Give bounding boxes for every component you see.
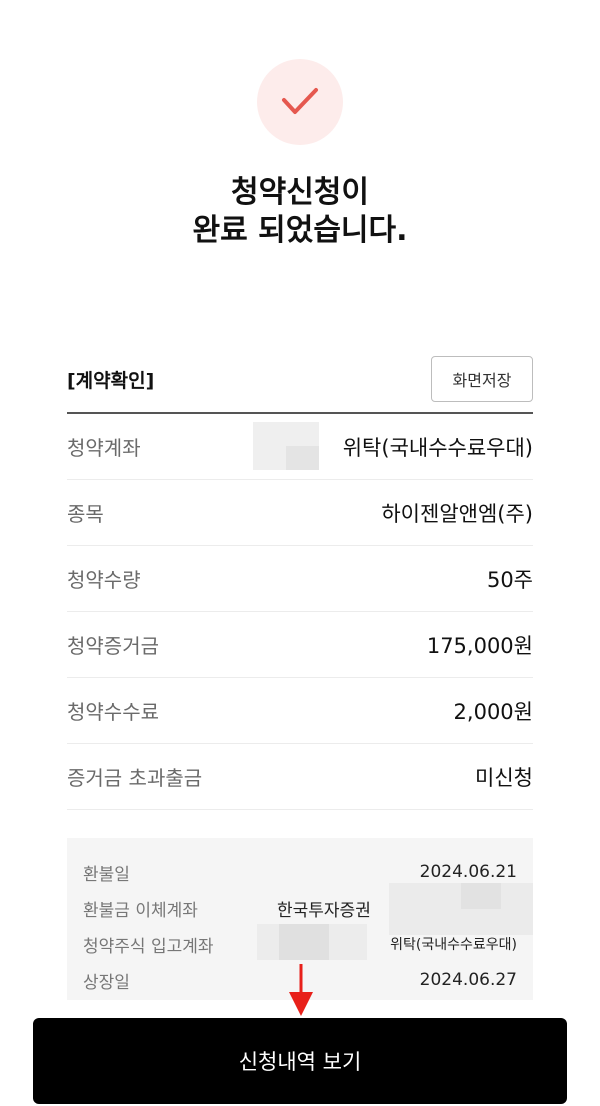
contract-detail-list: 청약계좌 위탁(국내수수료우대) 종목 하이젠알앤엠(주) 청약수량 50주 청… [67,414,533,810]
info-label: 환불금 이체계좌 [83,900,198,921]
row-value: 175,000원 [426,633,533,658]
row-value: 위탁(국내수수료우대) [342,435,533,460]
row-label: 청약수량 [67,568,141,592]
info-value: 한국투자증권 [277,900,371,921]
info-row-refund-date: 환불일 2024.06.21 [83,856,517,888]
info-value: 2024.06.27 [419,970,517,990]
row-label: 청약증거금 [67,634,159,658]
row-label: 증거금 초과출금 [67,766,203,790]
row-quantity: 청약수량 50주 [67,546,533,612]
info-label: 상장일 [83,972,130,993]
info-label: 청약주식 입고계좌 [83,936,214,957]
info-value: 위탁(국내수수료우대) [390,937,517,953]
info-row-refund-account: 환불금 이체계좌 한국투자증권 [83,892,517,924]
arrow-down-icon [289,964,313,1016]
info-value: 2024.06.21 [419,862,517,882]
row-value: 미신청 [475,765,533,790]
save-screen-button[interactable]: 화면저장 [431,356,533,402]
success-badge [257,59,343,145]
row-label: 청약수수료 [67,700,159,724]
check-icon [282,88,318,114]
section-title: [계약확인] [67,370,155,392]
info-row-stock-deposit-account: 청약주식 입고계좌 위탁(국내수수료우대) [83,928,517,960]
row-value: 하이젠알앤엠(주) [381,501,533,526]
title-line-2: 완료 되었습니다. [192,213,408,248]
info-label: 환불일 [83,864,130,885]
view-application-history-button[interactable]: 신청내역 보기 [33,1018,567,1104]
title-line-1: 청약신청이 [231,175,369,210]
row-deposit: 청약증거금 175,000원 [67,612,533,678]
row-label: 청약계좌 [67,436,141,460]
row-excess-withdrawal: 증거금 초과출금 미신청 [67,744,533,810]
row-value: 50주 [486,567,533,592]
redacted-block [253,422,319,470]
row-fee: 청약수수료 2,000원 [67,678,533,744]
contract-section-header: [계약확인] 화면저장 [67,356,533,412]
row-subscription-account: 청약계좌 위탁(국내수수료우대) [67,414,533,480]
page-title: 청약신청이 완료 되었습니다. [0,174,600,250]
row-label: 종목 [67,502,104,526]
row-value: 2,000원 [453,699,533,724]
row-stock-name: 종목 하이젠알앤엠(주) [67,480,533,546]
